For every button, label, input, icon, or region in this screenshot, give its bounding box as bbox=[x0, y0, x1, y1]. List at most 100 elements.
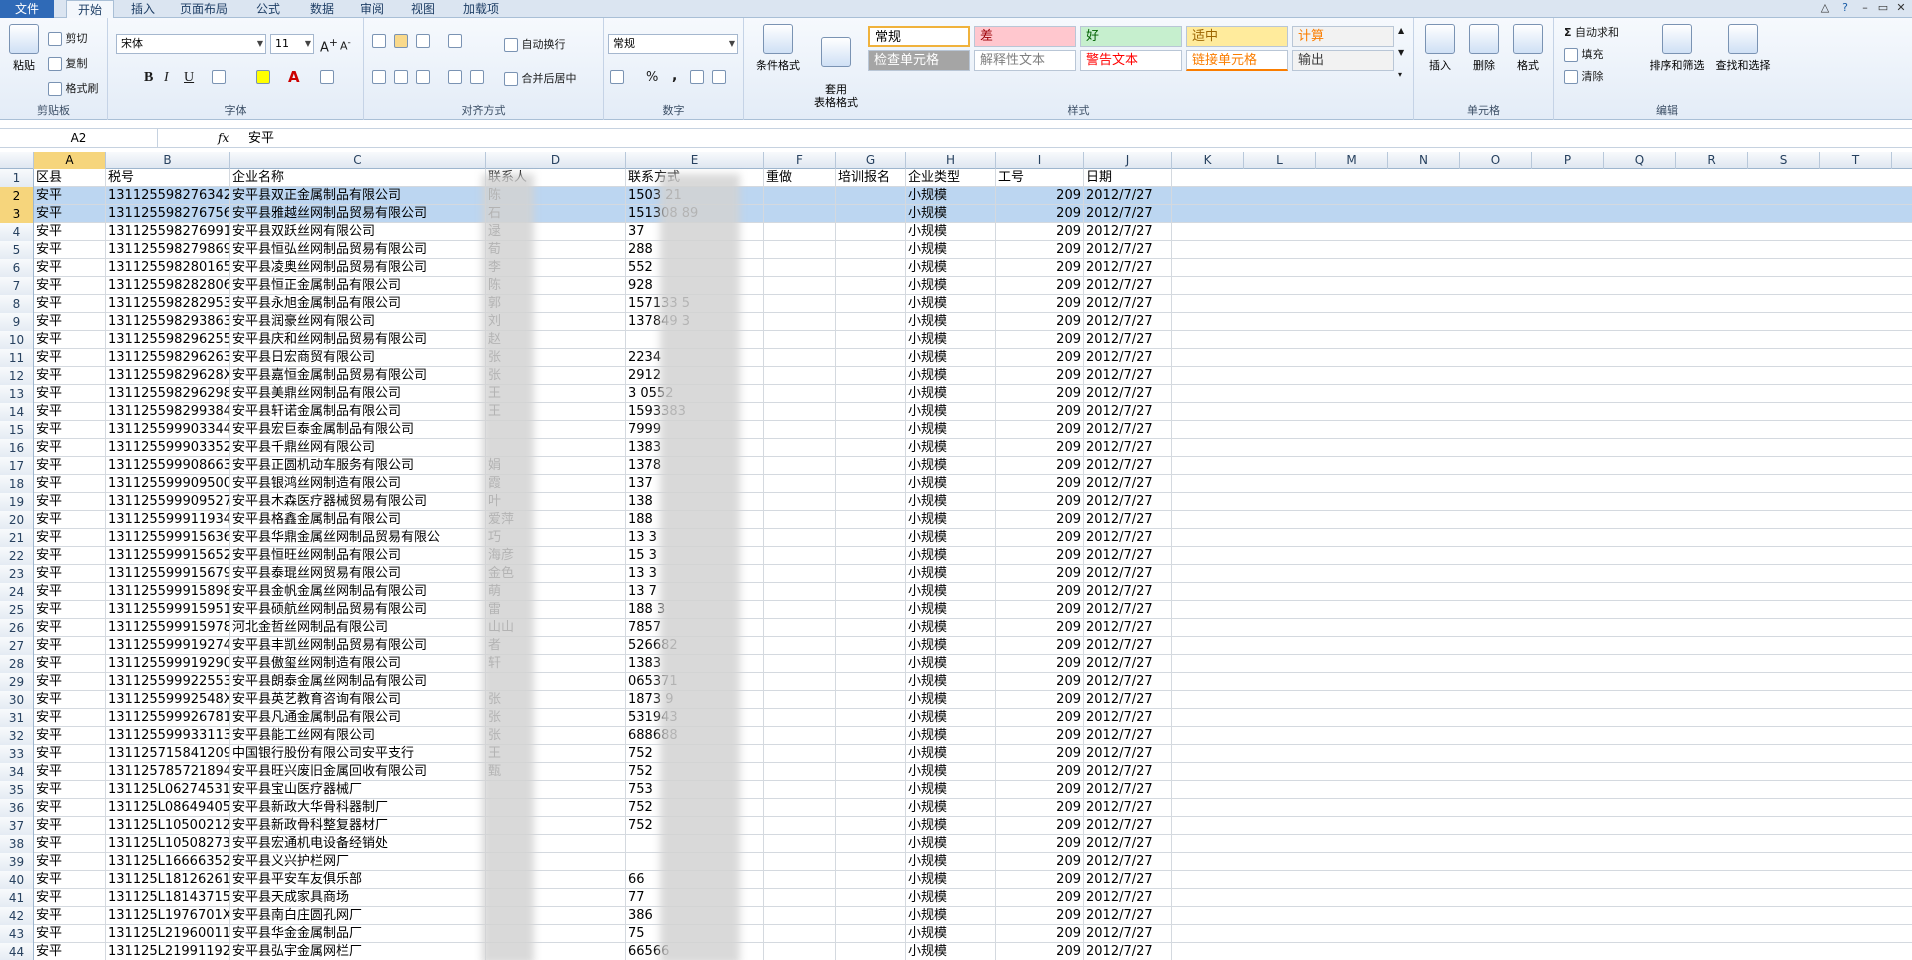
cell[interactable]: 安平 bbox=[34, 691, 106, 709]
cell[interactable] bbox=[764, 691, 836, 709]
cell[interactable]: 131125599909527 bbox=[106, 493, 230, 511]
row-header[interactable]: 15 bbox=[0, 421, 34, 439]
gallery-down-icon[interactable]: ▼ bbox=[1398, 48, 1404, 57]
cell[interactable]: 安平县金帆金属丝网制品有限公司 bbox=[230, 583, 486, 601]
row-header[interactable]: 3 bbox=[0, 205, 34, 223]
cell[interactable]: 小规模 bbox=[906, 907, 996, 925]
cell[interactable]: 209 bbox=[996, 673, 1084, 691]
cell[interactable] bbox=[764, 655, 836, 673]
cell[interactable]: 209 bbox=[996, 313, 1084, 331]
cell[interactable]: 209 bbox=[996, 565, 1084, 583]
cell[interactable]: 209 bbox=[996, 403, 1084, 421]
cell[interactable]: 安平县美鼎丝网制品有限公司 bbox=[230, 385, 486, 403]
cell[interactable] bbox=[764, 835, 836, 853]
close-window-icon[interactable]: ✕ bbox=[1894, 1, 1908, 15]
table-row[interactable]: 29 安平 131125599922553 安平县朗泰金属丝网制品有限公司 065371… bbox=[0, 673, 1912, 691]
cell[interactable]: 小规模 bbox=[906, 457, 996, 475]
cell[interactable]: 小规模 bbox=[906, 565, 996, 583]
cell[interactable]: 小规模 bbox=[906, 871, 996, 889]
cell[interactable]: 小规模 bbox=[906, 925, 996, 943]
cell[interactable] bbox=[836, 277, 906, 295]
cell[interactable]: 小规模 bbox=[906, 475, 996, 493]
cell[interactable]: 131125599926781 bbox=[106, 709, 230, 727]
table-row[interactable]: 14安平131125598299384安平县轩诺金属制品有限公司王1593383… bbox=[0, 403, 1912, 421]
row-header[interactable]: 11 bbox=[0, 349, 34, 367]
column-header[interactable]: F bbox=[764, 152, 836, 169]
cell[interactable]: 安平 bbox=[34, 511, 106, 529]
cell[interactable] bbox=[764, 241, 836, 259]
cell[interactable] bbox=[764, 637, 836, 655]
row-header[interactable]: 18 bbox=[0, 475, 34, 493]
table-row[interactable]: 21安平131125599915636安平县华鼎金属丝网制品贸易有限公巧13 3… bbox=[0, 529, 1912, 547]
cell[interactable] bbox=[836, 223, 906, 241]
row-header[interactable]: 7 bbox=[0, 277, 34, 295]
cell[interactable] bbox=[836, 331, 906, 349]
row-header[interactable]: 16 bbox=[0, 439, 34, 457]
row-header[interactable]: 43 bbox=[0, 925, 34, 943]
cell[interactable]: 安平县雅越丝网制品贸易有限公司 bbox=[230, 205, 486, 223]
cell[interactable]: 安平县傲玺丝网制造有限公司 bbox=[230, 655, 486, 673]
cell[interactable]: 小规模 bbox=[906, 781, 996, 799]
row-header[interactable]: 25 bbox=[0, 601, 34, 619]
cell[interactable] bbox=[836, 745, 906, 763]
cell[interactable]: 13112559829628X bbox=[106, 367, 230, 385]
cell[interactable]: 安平县凌奥丝网制品贸易有限公司 bbox=[230, 259, 486, 277]
cell[interactable] bbox=[764, 583, 836, 601]
cell[interactable]: 安平 bbox=[34, 889, 106, 907]
cell[interactable]: 小规模 bbox=[906, 403, 996, 421]
cell[interactable]: 2012/7/27 bbox=[1084, 367, 1172, 385]
cell[interactable]: 131125L08649405 bbox=[106, 799, 230, 817]
cell[interactable]: 2012/7/27 bbox=[1084, 259, 1172, 277]
cell[interactable]: 131125L06274531 bbox=[106, 781, 230, 799]
table-row[interactable]: 23安平131125599915679安平县泰琨丝网贸易有限公司金色13 3小规… bbox=[0, 565, 1912, 583]
cell[interactable]: 131125598276342 bbox=[106, 187, 230, 205]
cell[interactable]: 131125599933113 bbox=[106, 727, 230, 745]
cell[interactable] bbox=[836, 871, 906, 889]
cell[interactable]: 安平 bbox=[34, 187, 106, 205]
table-row[interactable]: 28安平131125599919290安平县傲玺丝网制造有限公司轩1383小规模… bbox=[0, 655, 1912, 673]
cell[interactable]: 209 bbox=[996, 547, 1084, 565]
cell[interactable]: 安平 bbox=[34, 565, 106, 583]
cell[interactable] bbox=[764, 421, 836, 439]
gallery-more-icon[interactable]: ▾ bbox=[1398, 70, 1402, 79]
cell[interactable]: 安平 bbox=[34, 493, 106, 511]
cell[interactable]: 小规模 bbox=[906, 241, 996, 259]
cell[interactable]: 131125599903352 bbox=[106, 439, 230, 457]
table-row[interactable]: 42 安平 131125L1976701X 安平县南白庄圆孔网厂 386 小规模 209 20… bbox=[0, 907, 1912, 925]
row-header[interactable]: 24 bbox=[0, 583, 34, 601]
help-icon[interactable]: ? bbox=[1838, 1, 1852, 15]
cell[interactable]: 安平 bbox=[34, 727, 106, 745]
cell[interactable]: 小规模 bbox=[906, 493, 996, 511]
clear-button[interactable]: 清除 bbox=[1564, 68, 1604, 84]
cell[interactable]: 安平县千鼎丝网有限公司 bbox=[230, 439, 486, 457]
cell[interactable]: 209 bbox=[996, 727, 1084, 745]
percent-button[interactable]: % bbox=[646, 70, 658, 85]
cell[interactable] bbox=[836, 601, 906, 619]
wrap-text-button[interactable]: 自动换行 bbox=[504, 36, 566, 52]
cell[interactable]: 安平 bbox=[34, 331, 106, 349]
table-row[interactable]: 12安平13112559829628X安平县嘉恒金属制品贸易有限公司张 2912… bbox=[0, 367, 1912, 385]
cell[interactable]: 131125L10500212 bbox=[106, 817, 230, 835]
table-row[interactable]: 15 安平 131125599903344 安平县宏巨泰金属制品有限公司 7999 小规模… bbox=[0, 421, 1912, 439]
row-header[interactable]: 28 bbox=[0, 655, 34, 673]
cell[interactable]: 小规模 bbox=[906, 205, 996, 223]
cell[interactable] bbox=[836, 493, 906, 511]
format-as-table-button[interactable]: 套用 表格格式 bbox=[806, 24, 866, 109]
cell[interactable]: 131125L1976701X bbox=[106, 907, 230, 925]
cell[interactable]: 小规模 bbox=[906, 349, 996, 367]
cell[interactable]: 小规模 bbox=[906, 763, 996, 781]
select-all-corner[interactable] bbox=[0, 152, 34, 169]
restore-window-icon[interactable]: ▭ bbox=[1876, 1, 1890, 15]
cell[interactable]: 河北金哲丝网制品有限公司 bbox=[230, 619, 486, 637]
cell[interactable] bbox=[836, 637, 906, 655]
cell[interactable]: 131125599908663 bbox=[106, 457, 230, 475]
cell[interactable]: 安平 bbox=[34, 313, 106, 331]
cell[interactable]: 2012/7/27 bbox=[1084, 835, 1172, 853]
cell[interactable]: 安平 bbox=[34, 601, 106, 619]
cell[interactable]: 2012/7/27 bbox=[1084, 817, 1172, 835]
cell[interactable]: 209 bbox=[996, 637, 1084, 655]
column-header[interactable]: T bbox=[1820, 152, 1892, 169]
cell[interactable] bbox=[836, 367, 906, 385]
copy-button[interactable]: 复制 bbox=[48, 55, 88, 71]
sort-filter-button[interactable]: 排序和筛选 bbox=[1646, 24, 1708, 73]
